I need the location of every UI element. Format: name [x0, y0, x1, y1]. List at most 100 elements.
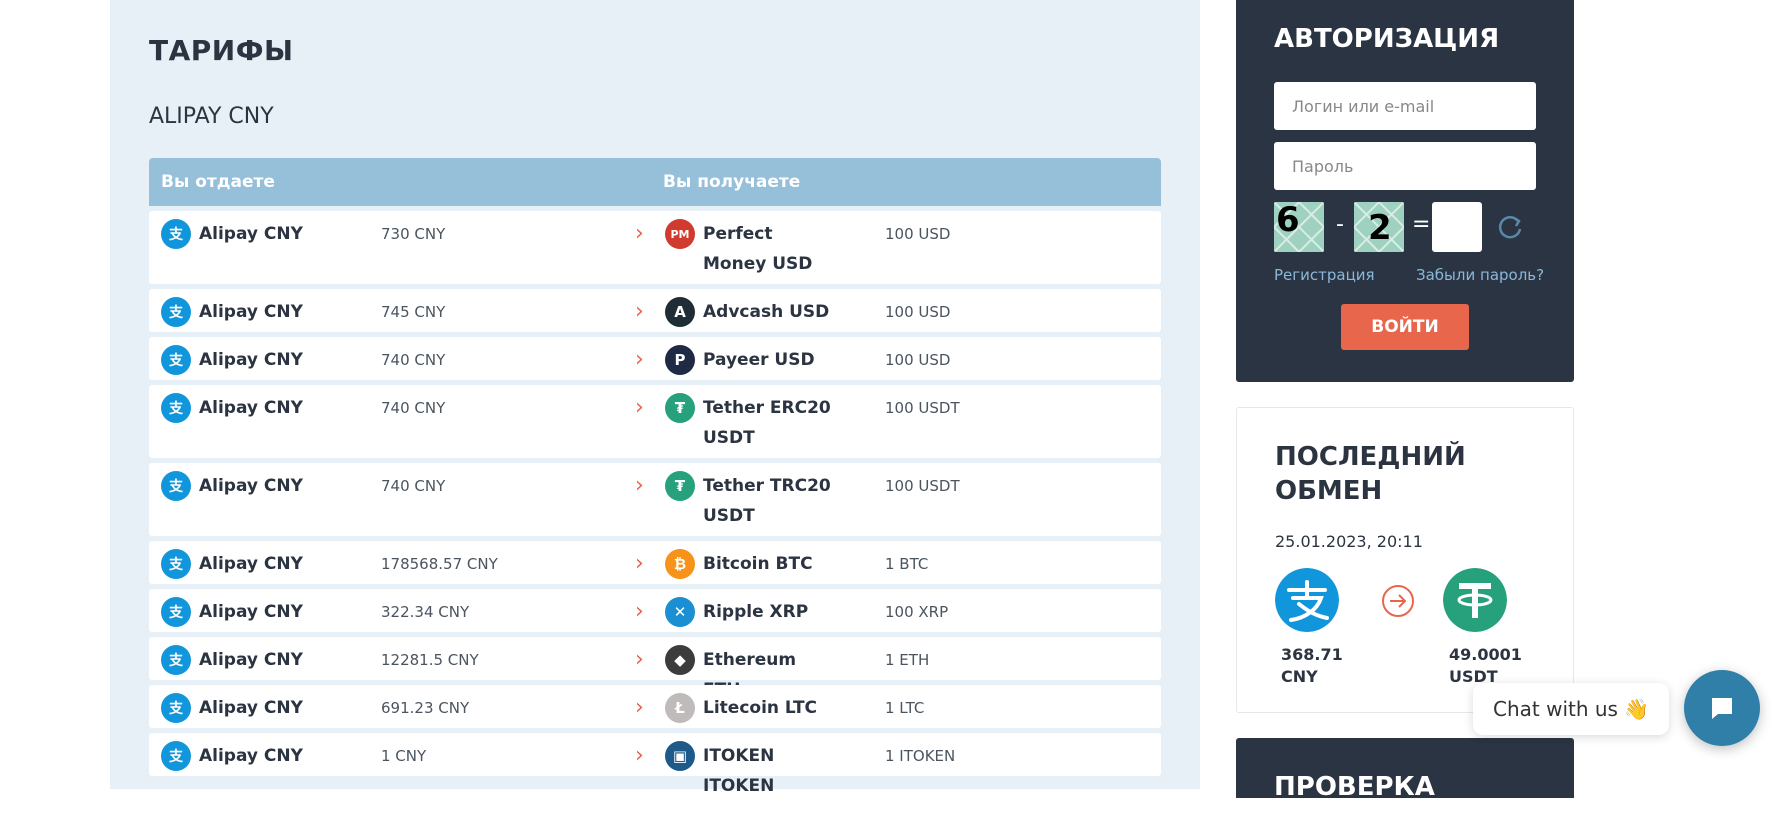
chat-bubble[interactable]: Chat with us 👋 — [1473, 683, 1669, 735]
chevron-right-icon: › — [635, 299, 644, 324]
tether-icon — [1443, 568, 1507, 632]
give-amount: 730 CNY — [381, 225, 446, 243]
alipay-icon: 支 — [161, 219, 191, 249]
give-amount: 740 CNY — [381, 351, 446, 369]
get-amount: 100 USD — [885, 351, 951, 369]
bitcoin-icon: ₿ — [665, 549, 695, 579]
get-currency: Ripple XRP — [703, 602, 809, 622]
chevron-right-icon: › — [635, 647, 644, 672]
get-currency: Litecoin LTC — [703, 698, 818, 718]
chat-button[interactable] — [1684, 670, 1760, 746]
give-currency: Alipay CNY — [199, 302, 303, 322]
get-currency: Bitcoin BTC — [703, 554, 813, 574]
table-row[interactable]: 支 Alipay CNY 12281.5 CNY › ◆ Ethereum ET… — [149, 637, 1161, 700]
rates-table: Вы отдаете Вы получаете 支 Alipay CNY 730… — [149, 158, 1161, 796]
alipay-icon: 支 — [161, 297, 191, 327]
get-amount: 1 ITOKEN — [885, 747, 956, 765]
col-get-header: Вы получаете — [663, 172, 801, 192]
password-input[interactable] — [1274, 142, 1536, 190]
alipay-icon: 支 — [161, 741, 191, 771]
itoken-icon: ▣ — [665, 741, 695, 771]
get-amount: 100 USD — [885, 303, 951, 321]
get-amount: 1 LTC — [885, 699, 925, 717]
alipay-icon: 支 — [161, 693, 191, 723]
table-row[interactable]: 支 Alipay CNY 745 CNY › A Advcash USD 100… — [149, 289, 1161, 332]
litecoin-icon: Ł — [665, 693, 695, 723]
give-amount: 745 CNY — [381, 303, 446, 321]
give-amount: 1 CNY — [381, 747, 427, 765]
alipay-icon — [1275, 568, 1339, 632]
table-row[interactable]: 支 Alipay CNY 740 CNY › ₮ Tether ERC20 US… — [149, 385, 1161, 458]
give-currency: Alipay CNY — [199, 698, 303, 718]
payeer-icon: P — [665, 345, 695, 375]
status-check-panel: ПРОВЕРКА СТАТУСА — [1236, 738, 1574, 832]
captcha-answer-input[interactable] — [1432, 202, 1482, 252]
exchange-arrow-icon — [1382, 585, 1414, 617]
section-title: ALIPAY CNY — [149, 104, 274, 129]
table-row[interactable]: 支 Alipay CNY 730 CNY › PM Perfect Money … — [149, 211, 1161, 284]
give-amount: 740 CNY — [381, 477, 446, 495]
auth-panel: АВТОРИЗАЦИЯ 6 - 2 = Регистрация Забыли п… — [1236, 0, 1574, 382]
table-header: Вы отдаете Вы получаете — [149, 158, 1161, 206]
alipay-icon: 支 — [161, 645, 191, 675]
alipay-icon: 支 — [161, 345, 191, 375]
forgot-password-link[interactable]: Забыли пароль? — [1416, 266, 1544, 284]
login-button[interactable]: ВОЙТИ — [1341, 304, 1469, 350]
get-currency: ITOKEN ITOKEN — [703, 746, 775, 796]
table-row[interactable]: 支 Alipay CNY 1 CNY › ▣ ITOKEN ITOKEN 1 I… — [149, 733, 1161, 796]
refresh-captcha-icon[interactable] — [1496, 212, 1526, 242]
chat-icon — [1712, 698, 1732, 719]
col-give-header: Вы отдаете — [161, 172, 275, 192]
alipay-icon: 支 — [161, 549, 191, 579]
give-currency: Alipay CNY — [199, 602, 303, 622]
perfect-money-icon: PM — [665, 219, 695, 249]
captcha-image-b: 2 — [1354, 202, 1404, 252]
alipay-icon: 支 — [161, 471, 191, 501]
get-amount: 100 USDT — [885, 399, 960, 417]
give-currency: Alipay CNY — [199, 476, 303, 496]
get-amount: 100 XRP — [885, 603, 949, 621]
give-currency: Alipay CNY — [199, 746, 303, 766]
table-row[interactable]: 支 Alipay CNY 178568.57 CNY › ₿ Bitcoin B… — [149, 541, 1161, 584]
captcha-equals: = — [1412, 212, 1431, 237]
give-currency: Alipay CNY — [199, 350, 303, 370]
page-title: ТАРИФЫ — [149, 34, 294, 67]
give-amount: 178568.57 CNY — [381, 555, 498, 573]
last-exchange-date: 25.01.2023, 20:11 — [1275, 532, 1423, 551]
wave-emoji-icon: 👋 — [1624, 697, 1650, 721]
captcha-image-a: 6 — [1274, 202, 1324, 252]
register-link[interactable]: Регистрация — [1274, 266, 1375, 284]
chevron-right-icon: › — [635, 695, 644, 720]
chat-label: Chat with us — [1493, 697, 1618, 721]
get-currency: Tether TRC20 USDT — [703, 476, 831, 526]
chevron-right-icon: › — [635, 599, 644, 624]
status-check-title: ПРОВЕРКА СТАТУСА — [1274, 772, 1435, 832]
chevron-right-icon: › — [635, 347, 644, 372]
get-amount: 1 BTC — [885, 555, 929, 573]
alipay-icon: 支 — [161, 393, 191, 423]
table-row[interactable]: 支 Alipay CNY 740 CNY › P Payeer USD 100 … — [149, 337, 1161, 380]
get-amount: 100 USD — [885, 225, 951, 243]
get-currency: Advcash USD — [703, 302, 830, 322]
table-row[interactable]: 支 Alipay CNY 691.23 CNY › Ł Litecoin LTC… — [149, 685, 1161, 728]
captcha-minus: - — [1336, 212, 1344, 237]
advcash-icon: A — [665, 297, 695, 327]
table-row[interactable]: 支 Alipay CNY 322.34 CNY › ✕ Ripple XRP 1… — [149, 589, 1161, 632]
give-amount: 12281.5 CNY — [381, 651, 479, 669]
give-currency: Alipay CNY — [199, 554, 303, 574]
get-currency: Tether ERC20 USDT — [703, 398, 831, 448]
ethereum-icon: ◆ — [665, 645, 695, 675]
give-amount: 691.23 CNY — [381, 699, 470, 717]
chevron-right-icon: › — [635, 743, 644, 768]
last-from-amount: 368.71 CNY — [1281, 645, 1343, 686]
table-row[interactable]: 支 Alipay CNY 740 CNY › ₮ Tether TRC20 US… — [149, 463, 1161, 536]
last-to-amount: 49.0001 USDT — [1449, 645, 1522, 686]
login-input[interactable] — [1274, 82, 1536, 130]
ripple-icon: ✕ — [665, 597, 695, 627]
chevron-right-icon: › — [635, 221, 644, 246]
last-exchange-title: ПОСЛЕДНИЙ ОБМЕН — [1275, 442, 1466, 506]
chevron-right-icon: › — [635, 473, 644, 498]
give-currency: Alipay CNY — [199, 224, 303, 244]
give-currency: Alipay CNY — [199, 650, 303, 670]
get-currency: Payeer USD — [703, 350, 815, 370]
